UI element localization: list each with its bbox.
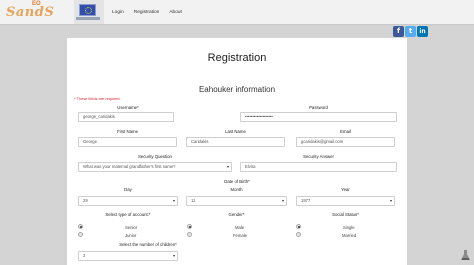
- day-select[interactable]: 29: [78, 196, 178, 206]
- first-name-input[interactable]: George: [78, 137, 177, 147]
- account-senior-radio[interactable]: [78, 224, 83, 229]
- gender-male-radio[interactable]: [187, 224, 192, 229]
- month-value: 11: [191, 198, 196, 203]
- children-label: Select the number of children*: [119, 242, 177, 247]
- logo-sun-icon: EO: [32, 1, 41, 7]
- dob-label: Date of Birth*: [224, 179, 250, 184]
- status-single-label: Single: [343, 225, 355, 230]
- account-junior-radio[interactable]: [78, 232, 83, 237]
- children-select[interactable]: 2: [78, 251, 178, 261]
- chevron-down-icon: [173, 255, 175, 257]
- facebook-icon[interactable]: f: [393, 26, 404, 37]
- username-input[interactable]: george_caridakis: [78, 112, 174, 122]
- chevron-down-icon: [227, 166, 229, 168]
- security-answer-input[interactable]: Elvira: [240, 162, 397, 172]
- day-label: Day: [124, 187, 132, 192]
- gender-female-label: Female: [233, 233, 247, 238]
- last-name-input[interactable]: Caridakis: [186, 137, 285, 147]
- password-input[interactable]: •••••••••••••••••••: [240, 112, 397, 122]
- password-label: Password: [309, 105, 328, 110]
- gender-male-label: Male: [235, 225, 245, 230]
- security-question-value: What was your maternal grandfather's fir…: [83, 164, 176, 169]
- email-label: Email: [340, 129, 351, 134]
- last-name-label: Last Name: [225, 129, 246, 134]
- section-title: Eahouker information: [198, 85, 276, 94]
- status-married-label: Married: [342, 233, 357, 238]
- month-label: Month: [230, 187, 243, 192]
- day-value: 29: [83, 198, 88, 203]
- sands-logo[interactable]: SandS EO: [6, 1, 55, 21]
- chevron-down-icon: [173, 200, 175, 202]
- gender-label: Gender*: [228, 212, 245, 217]
- account-type-label: Select type of account:*: [105, 212, 151, 217]
- username-label: Username*: [117, 105, 139, 110]
- year-value: 1977: [301, 198, 311, 203]
- security-question-select[interactable]: What was your maternal grandfather's fir…: [78, 162, 232, 172]
- main-nav: Login Registration About: [107, 0, 187, 25]
- children-value: 2: [83, 253, 86, 258]
- top-navigation-bar: SandS EO Login Registration About: [0, 0, 474, 25]
- nav-about[interactable]: About: [164, 0, 187, 25]
- chevron-down-icon: [282, 200, 284, 202]
- gender-female-radio[interactable]: [187, 232, 192, 237]
- nav-registration[interactable]: Registration: [129, 0, 165, 25]
- email-input[interactable]: gcaridakis@gmail.com: [296, 137, 395, 147]
- security-answer-label: Security Answer: [303, 154, 334, 159]
- corner-flask-icon: [461, 250, 470, 260]
- nav-login[interactable]: Login: [107, 0, 129, 25]
- eu-flag-icon: [79, 4, 96, 16]
- twitter-icon[interactable]: t: [405, 26, 416, 37]
- first-name-label: First Name: [116, 129, 138, 134]
- status-married-radio[interactable]: [296, 232, 301, 237]
- security-question-label: Security Question: [138, 154, 172, 159]
- linkedin-icon[interactable]: in: [417, 26, 428, 37]
- account-senior-label: Senior: [125, 225, 138, 230]
- year-label: Year: [341, 187, 350, 192]
- eu-caption: [76, 17, 100, 20]
- status-single-radio[interactable]: [296, 224, 301, 229]
- social-status-label: Social Status*: [332, 212, 359, 217]
- chevron-down-icon: [390, 200, 392, 202]
- social-icons: f t in: [393, 26, 428, 37]
- logo-text: SandS: [6, 4, 55, 20]
- month-select[interactable]: 11: [186, 196, 287, 206]
- account-junior-label: Junior: [125, 233, 137, 238]
- page-title: Registration: [207, 52, 267, 64]
- registration-panel: Registration Eahouker information * Thes…: [67, 38, 407, 265]
- year-select[interactable]: 1977: [296, 196, 395, 206]
- required-fields-note: * These fields are required: [74, 96, 120, 101]
